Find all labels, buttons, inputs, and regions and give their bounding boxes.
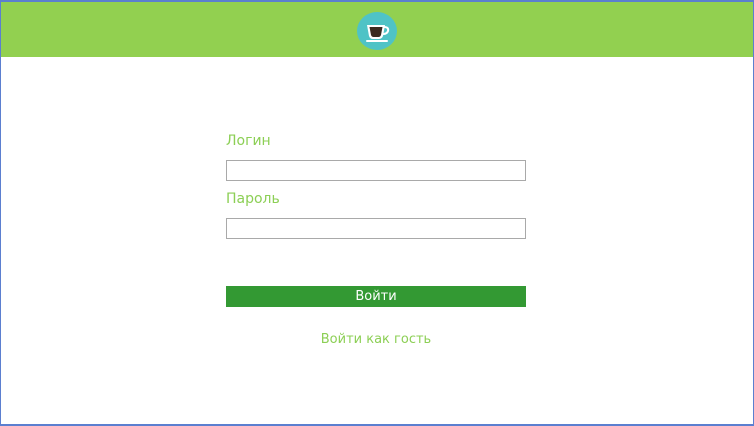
logo xyxy=(357,12,397,50)
login-button[interactable]: Войти xyxy=(226,286,526,307)
app-window: Логин Пароль Войти Войти как гость xyxy=(0,0,754,426)
password-label: Пароль xyxy=(226,191,280,207)
password-input[interactable] xyxy=(226,218,526,239)
guest-login-link[interactable]: Войти как гость xyxy=(226,332,526,347)
login-label: Логин xyxy=(226,133,271,149)
coffee-cup-icon xyxy=(366,25,390,42)
login-input[interactable] xyxy=(226,160,526,181)
header-bar xyxy=(1,2,753,57)
